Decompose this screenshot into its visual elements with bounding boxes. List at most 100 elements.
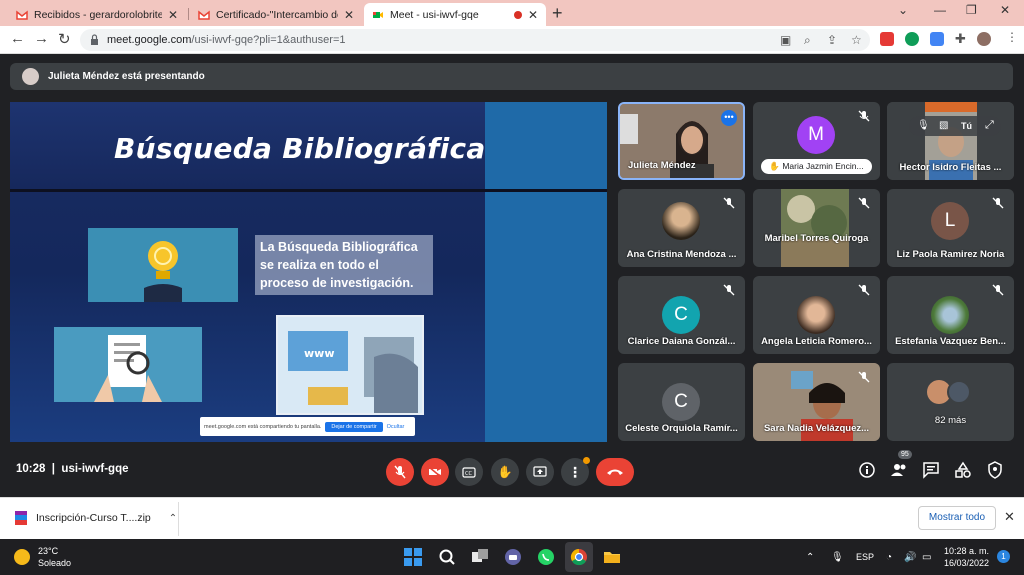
tab-gmail-certificado[interactable]: Certificado-"Intercambio de Expe ✕ [190,3,362,26]
hide-sharing-button[interactable]: Ocultar [387,424,405,430]
participant-name: Estefania Vazquez Ben... [895,336,1006,347]
stop-sharing-button[interactable]: Dejar de compartir [325,421,383,432]
mic-off-icon [858,371,870,383]
activities-icon[interactable] [953,460,973,480]
teams-chat-icon[interactable] [503,547,523,567]
camera-off-icon[interactable]: ▧ [939,120,948,131]
tab-meet[interactable]: Meet - usi-iwvf-gqe ✕ [364,3,546,26]
share-icon[interactable]: ⇪ [827,33,837,47]
participant-tile-self[interactable]: 🎙 ▧ Tú ⤢ Hector Isidro Fleitas ... [887,102,1014,180]
camera-icon[interactable]: ▣ [780,33,791,47]
chrome-icon[interactable] [569,547,589,567]
chevron-up-icon[interactable]: ⌃ [169,513,177,524]
file-explorer-icon[interactable] [602,547,622,567]
forward-arrow-icon[interactable]: → [34,30,49,47]
address-bar[interactable]: meet.google.com/usi-iwvf-gqe?pli=1&authu… [80,29,870,51]
chevron-up-icon[interactable]: ⌃ [806,552,814,563]
expand-icon[interactable]: ⤢ [985,119,994,132]
mic-off-icon [992,197,1004,209]
puzzle-extensions-icon[interactable]: ✚ [955,31,966,47]
self-label: Tú [961,121,972,131]
www-laptop-image: www [276,315,424,415]
participant-name: Celeste Orquiola Ramír... [625,423,738,434]
extension-icon[interactable] [880,32,894,46]
close-tab-icon[interactable]: ✕ [168,8,178,22]
close-download-bar-icon[interactable]: ✕ [1004,509,1015,525]
participant-tile[interactable]: M ✋ Maria Jazmin Encin... [753,102,880,180]
more-options-button[interactable]: ⋮ [561,457,590,486]
tab-gmail-inbox[interactable]: Recibidos - gerardorolobritez@g ✕ [8,3,186,26]
wifi-icon[interactable]: ◔ [886,552,892,563]
participant-tile[interactable]: L Liz Paola Ramirez Noria [887,189,1014,267]
participant-avatar: L [931,202,969,240]
sun-icon [14,549,30,565]
slide-title: Búsqueda Bibliográfica [114,132,486,165]
more-menu-icon[interactable]: ⋮ [1006,30,1018,44]
participant-name: Liz Paola Ramirez Noria [896,249,1005,260]
extension-check-icon[interactable] [905,32,919,46]
system-clock[interactable]: 10:28 a. m. 16/03/2022 [944,545,989,569]
mic-off-button[interactable] [386,458,414,486]
more-options-icon[interactable]: ••• [721,110,737,126]
participant-photo [797,296,835,334]
slide-text-box: La Búsqueda Bibliográfica se realiza en … [255,235,433,295]
back-arrow-icon[interactable]: ← [10,30,25,47]
tab-title: Recibidos - gerardorolobritez@g [34,8,162,21]
profile-avatar[interactable] [977,32,991,46]
tab-search-chevron-icon[interactable]: ⌄ [898,3,908,17]
volume-icon[interactable]: 🔊 [904,552,916,563]
participant-tile[interactable]: Ana Cristina Mendoza ... [618,189,745,267]
windows-start-icon[interactable] [403,547,423,567]
participant-tile[interactable]: C Clarice Daiana Gonzál... [618,276,745,354]
participant-name-chip: ✋ Maria Jazmin Encin... [761,159,872,174]
close-window-button[interactable]: ✕ [1000,3,1010,17]
task-view-icon[interactable] [470,547,490,567]
participant-tile[interactable]: C Celeste Orquiola Ramír... [618,363,745,441]
mic-off-icon[interactable]: 🎙 [917,120,930,131]
show-all-downloads-button[interactable]: Mostrar todo [918,506,996,530]
mic-off-icon [992,284,1004,296]
participant-tile[interactable]: Sara Nadia Velázquez... [753,363,880,441]
minimize-button[interactable]: — [934,3,946,17]
participant-tile[interactable]: ••• Julieta Méndez [618,102,745,180]
participant-count-badge: 95 [898,450,912,459]
leave-call-button[interactable] [596,458,634,486]
zoom-icon[interactable]: ⌕ [804,33,811,48]
raise-hand-button[interactable]: ✋ [491,458,519,486]
download-item[interactable]: Inscripción-Curso T....zip ⌃ [14,510,177,526]
shared-screen[interactable]: Búsqueda Bibliográfica www La Búsqueda B… [10,102,607,442]
reload-icon[interactable]: ↻ [58,30,71,48]
presenting-banner: Julieta Méndez está presentando [10,63,1013,90]
microphone-icon[interactable]: 🎙 [831,552,844,563]
participant-name: Maribel Torres Quiroga [764,233,869,244]
bookmark-star-icon[interactable]: ☆ [851,33,862,47]
restore-button[interactable]: ❐ [966,3,977,17]
present-screen-button[interactable] [526,458,554,486]
mic-off-icon [723,284,735,296]
weather-widget[interactable]: 23°C Soleado [14,545,71,569]
people-icon[interactable] [889,460,909,480]
tab-title: Certificado-"Intercambio de Expe [216,8,338,21]
participant-tile[interactable]: Maribel Torres Quiroga [753,189,880,267]
participant-tile-more[interactable]: 82 más [887,363,1014,441]
camera-off-button[interactable] [421,458,449,486]
search-icon[interactable] [437,547,457,567]
meeting-details-icon[interactable] [857,460,877,480]
slide-side-panel [485,102,607,442]
hand-icon: ✋ [769,161,783,171]
battery-icon[interactable]: ▭ [922,552,931,563]
close-tab-icon[interactable]: ✕ [344,8,354,22]
chat-icon[interactable] [921,460,941,480]
language-indicator[interactable]: ESP [856,552,874,562]
notification-badge[interactable]: 1 [997,550,1010,563]
host-controls-icon[interactable] [985,460,1005,480]
present-icon [533,466,547,477]
extension-screen-icon[interactable] [930,32,944,46]
participant-tile[interactable]: Estefania Vazquez Ben... [887,276,1014,354]
whatsapp-icon[interactable] [536,547,556,567]
new-tab-button[interactable]: + [552,3,563,24]
more-participants-label: 82 más [934,415,967,426]
captions-button[interactable]: CC [455,458,483,486]
close-tab-icon[interactable]: ✕ [528,8,538,22]
participant-tile[interactable]: Angela Leticia Romero... [753,276,880,354]
